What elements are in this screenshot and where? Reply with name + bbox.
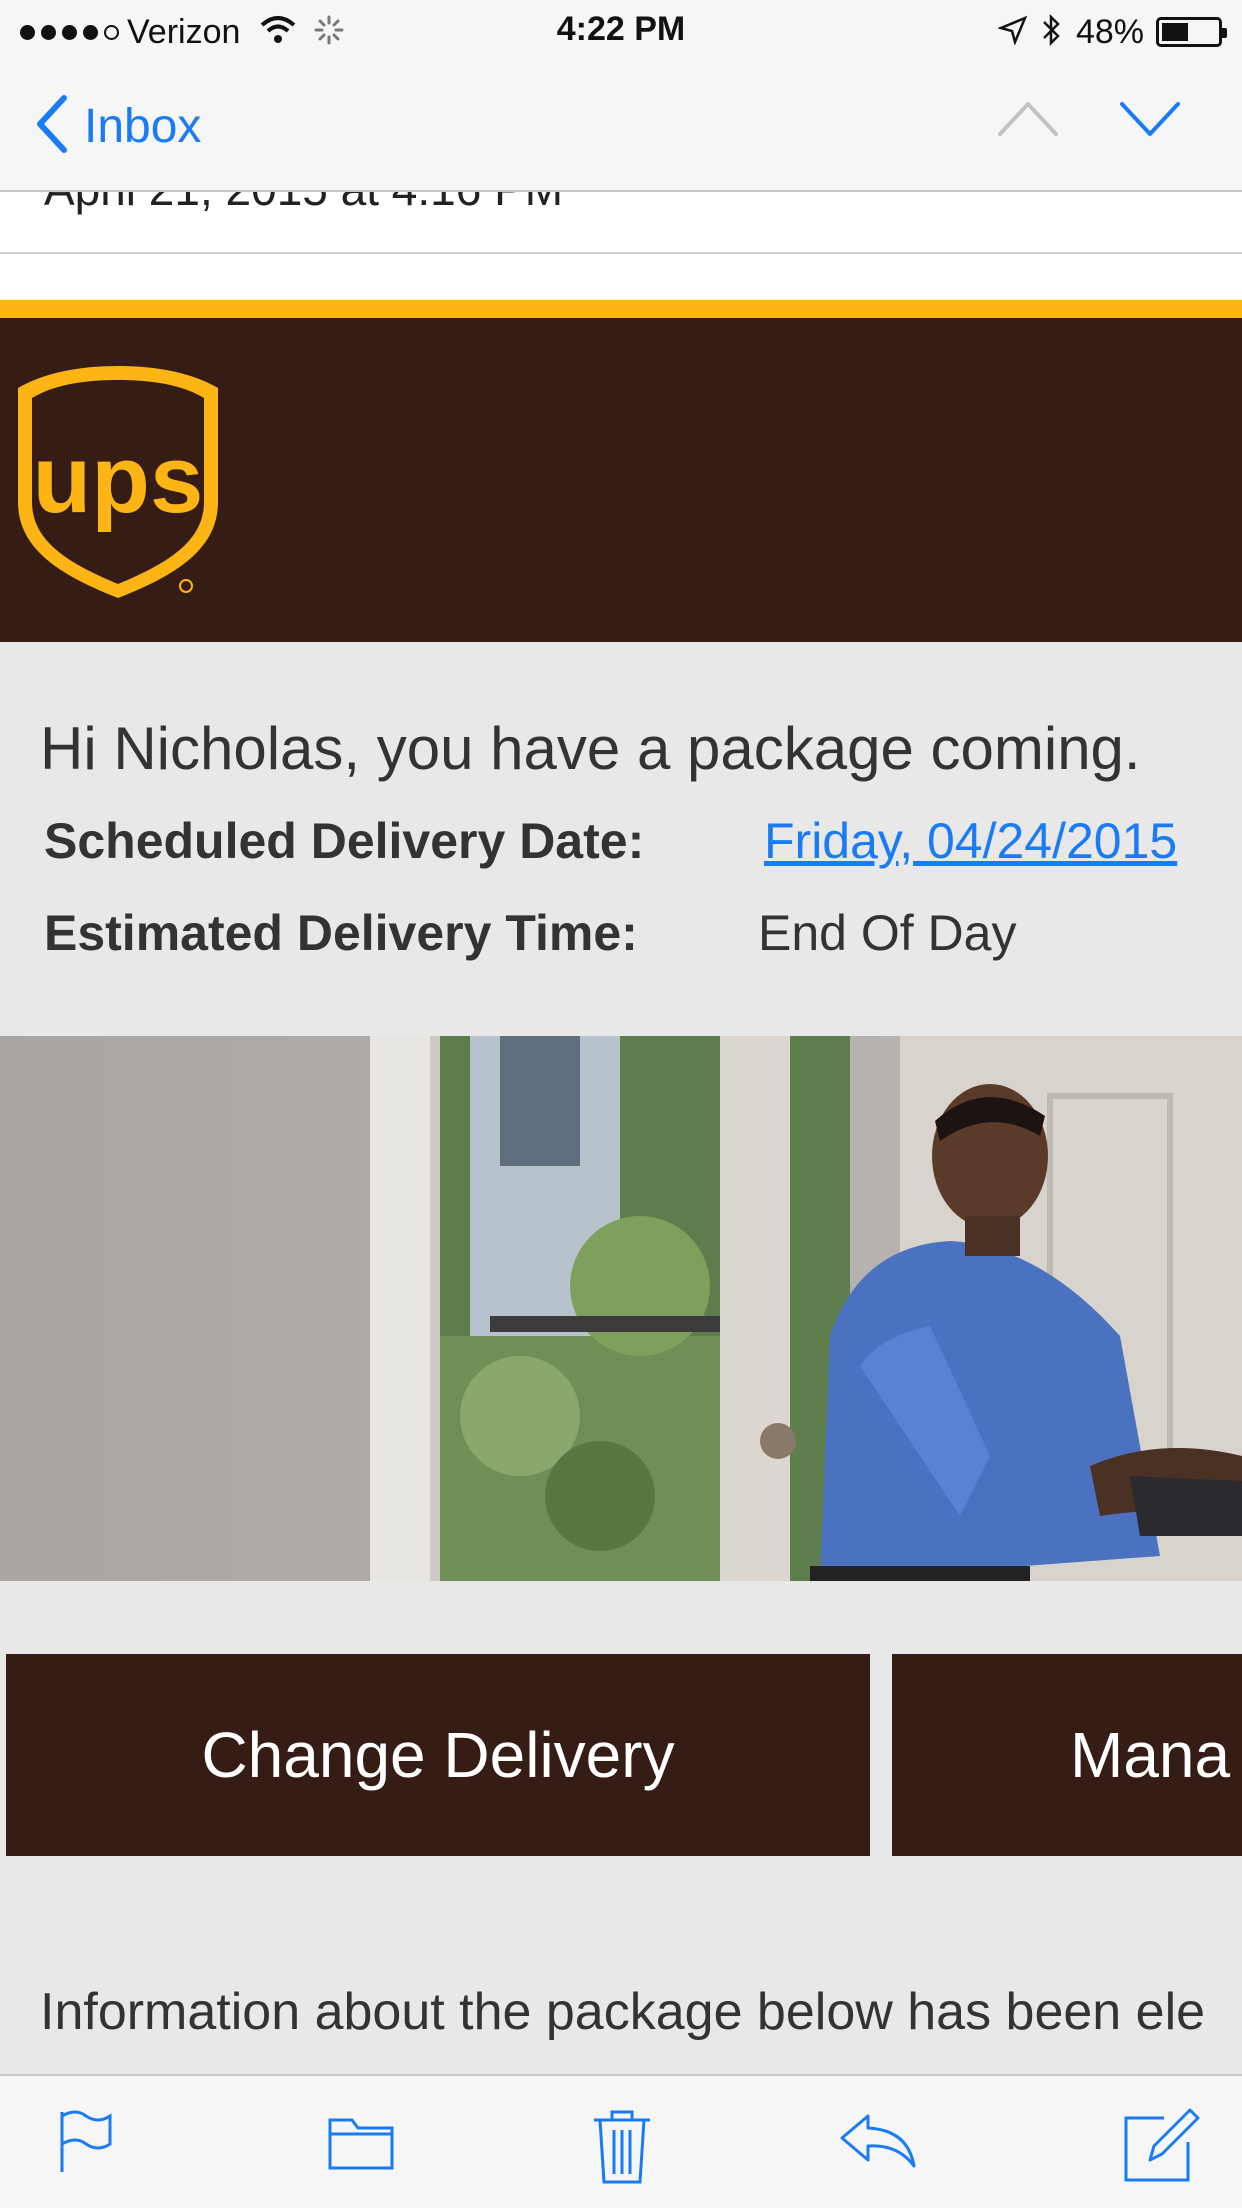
ups-logo-text: ups [33,426,204,533]
nav-bar: Inbox [0,64,1242,192]
status-right: 48% [997,12,1227,53]
delivery-date-row: Scheduled Delivery Date: Friday, 04/24/2… [44,812,1177,870]
folder-icon[interactable] [326,2106,396,2181]
delivery-date-label: Scheduled Delivery Date: [44,813,645,869]
back-chevron-icon [34,94,68,159]
battery-fill [1162,23,1188,41]
battery-nub [1222,28,1227,38]
email-date-header: April 21, 2015 at 4:16 PM [0,192,1242,254]
change-delivery-label: Change Delivery [201,1719,675,1791]
back-to-inbox-button[interactable]: Inbox [34,94,201,159]
location-arrow-icon [997,15,1028,50]
previous-message-icon[interactable] [996,98,1060,143]
hero-image [0,1036,1242,1581]
ups-logo: ups [14,362,222,607]
compose-icon[interactable] [1120,2106,1200,2191]
delivery-date-link[interactable]: Friday, 04/24/2015 [764,812,1177,870]
next-message-icon[interactable] [1118,98,1182,143]
delivery-time-value: End Of Day [758,905,1017,961]
back-label: Inbox [84,100,202,153]
flag-icon[interactable] [56,2106,116,2181]
package-info-text: Information about the package below has … [40,1983,1206,2041]
manage-button[interactable]: Mana [892,1654,1242,1856]
reply-icon[interactable] [836,2106,920,2181]
bottom-toolbar [0,2074,1242,2208]
delivery-time-label: Estimated Delivery Time: [44,905,638,961]
email-top-spacer [0,254,1242,300]
manage-label: Mana [1070,1719,1231,1791]
delivery-time-row: Estimated Delivery Time: End Of Day [44,904,1016,962]
greeting-text: Hi Nicholas, you have a package coming. [40,715,1141,782]
battery-percent: 48% [1075,12,1144,51]
battery-icon [1156,17,1227,47]
email-date: April 21, 2015 at 4:16 PM [44,192,563,216]
bluetooth-icon [1040,12,1064,53]
gold-rule [0,300,1242,318]
change-delivery-button[interactable]: Change Delivery [6,1654,870,1856]
brand-header: ups [0,318,1242,642]
status-bar: Verizon 4:22 PM 48% [0,0,1242,64]
trash-icon[interactable] [590,2106,654,2191]
